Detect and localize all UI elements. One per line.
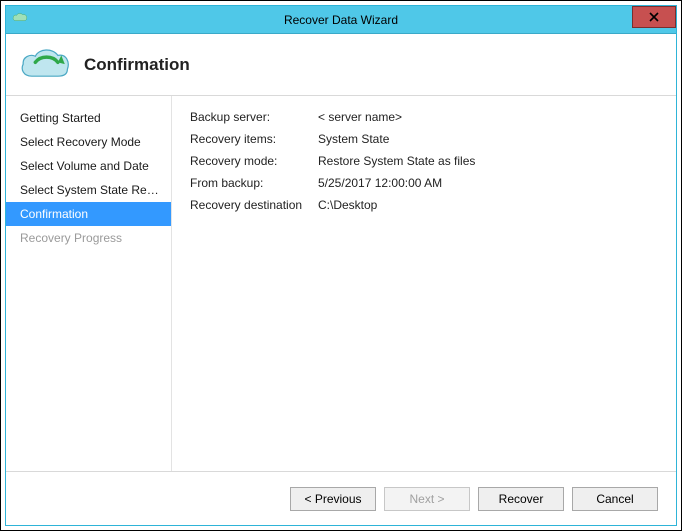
recover-button[interactable]: Recover — [478, 487, 564, 511]
close-button[interactable] — [632, 6, 676, 28]
value-recovery-mode: Restore System State as files — [318, 154, 658, 168]
titlebar: Recover Data Wizard — [6, 6, 676, 34]
window-title: Recover Data Wizard — [6, 13, 676, 27]
label-recovery-mode: Recovery mode: — [190, 154, 318, 168]
step-select-system-state-recovery[interactable]: Select System State Reco... — [6, 178, 171, 202]
row-from-backup: From backup: 5/25/2017 12:00:00 AM — [190, 176, 658, 190]
wizard-window: Recover Data Wizard Confirmation Getting… — [5, 5, 677, 526]
app-cloud-icon — [12, 12, 28, 28]
step-select-recovery-mode[interactable]: Select Recovery Mode — [6, 130, 171, 154]
cloud-recover-icon — [18, 45, 70, 85]
label-recovery-items: Recovery items: — [190, 132, 318, 146]
close-icon — [649, 12, 659, 22]
label-recovery-destination: Recovery destination — [190, 198, 318, 212]
step-confirmation[interactable]: Confirmation — [6, 202, 171, 226]
row-recovery-mode: Recovery mode: Restore System State as f… — [190, 154, 658, 168]
step-getting-started[interactable]: Getting Started — [6, 106, 171, 130]
row-recovery-destination: Recovery destination C:\Desktop — [190, 198, 658, 212]
next-button: Next > — [384, 487, 470, 511]
wizard-header: Confirmation — [6, 34, 676, 96]
label-from-backup: From backup: — [190, 176, 318, 190]
cancel-button[interactable]: Cancel — [572, 487, 658, 511]
wizard-body: Getting Started Select Recovery Mode Sel… — [6, 96, 676, 471]
wizard-footer: < Previous Next > Recover Cancel — [6, 471, 676, 525]
value-recovery-items: System State — [318, 132, 658, 146]
label-backup-server: Backup server: — [190, 110, 318, 124]
value-recovery-destination: C:\Desktop — [318, 198, 658, 212]
previous-button[interactable]: < Previous — [290, 487, 376, 511]
row-recovery-items: Recovery items: System State — [190, 132, 658, 146]
step-select-volume-and-date[interactable]: Select Volume and Date — [6, 154, 171, 178]
value-from-backup: 5/25/2017 12:00:00 AM — [318, 176, 658, 190]
page-title: Confirmation — [84, 55, 190, 75]
value-backup-server: < server name> — [318, 110, 658, 124]
row-backup-server: Backup server: < server name> — [190, 110, 658, 124]
step-recovery-progress: Recovery Progress — [6, 226, 171, 250]
confirmation-panel: Backup server: < server name> Recovery i… — [172, 96, 676, 471]
wizard-steps-sidebar: Getting Started Select Recovery Mode Sel… — [6, 96, 172, 471]
